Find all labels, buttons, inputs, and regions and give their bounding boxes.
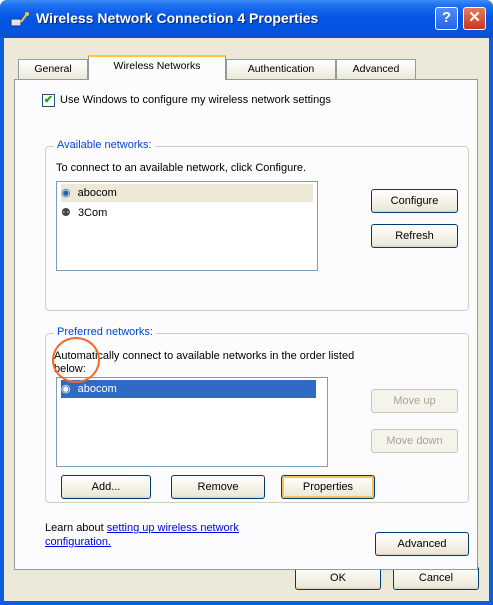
move-down-button[interactable]: Move down [371, 429, 458, 453]
preferred-networks-list[interactable]: ◉ abocom [56, 377, 328, 467]
learn-about-link-line1[interactable]: setting up wireless network [107, 522, 239, 534]
learn-about-prefix: Learn about [45, 522, 104, 534]
tab-advanced[interactable]: Advanced [336, 59, 416, 79]
learn-about-link-line2[interactable]: configuration. [45, 536, 111, 548]
move-up-button[interactable]: Move up [371, 389, 458, 413]
properties-button[interactable]: Properties [281, 475, 375, 499]
learn-about-text: Learn about setting up wireless network [45, 522, 239, 534]
list-item[interactable]: ⚉ 3Com [61, 204, 313, 222]
title-bar[interactable]: Wireless Network Connection 4 Properties… [0, 0, 493, 38]
available-networks-title: Available networks: [54, 139, 155, 151]
tab-general[interactable]: General [18, 59, 88, 79]
list-item[interactable]: ◉ abocom [61, 184, 313, 202]
use-windows-label: Use Windows to configure my wireless net… [60, 94, 331, 106]
list-item[interactable]: ◉ abocom [61, 380, 316, 398]
tab-wireless-networks[interactable]: Wireless Networks [88, 55, 226, 80]
dialog-client-area: General Wireless Networks Authentication… [4, 38, 489, 601]
wireless-network-icon: ◉ [61, 187, 71, 199]
use-windows-checkbox[interactable]: ✔ [42, 94, 55, 107]
wireless-networks-panel: ✔ Use Windows to configure my wireless n… [14, 79, 478, 570]
wireless-network-icon: ◉ [61, 383, 71, 395]
configure-button[interactable]: Configure [371, 189, 458, 213]
tab-authentication[interactable]: Authentication [226, 59, 336, 79]
network-name: abocom [77, 187, 117, 199]
window-title: Wireless Network Connection 4 Properties [36, 10, 319, 26]
close-button[interactable]: ✕ [463, 7, 486, 30]
refresh-button[interactable]: Refresh [371, 224, 458, 248]
remove-button[interactable]: Remove [171, 475, 265, 499]
network-name: abocom [77, 383, 117, 395]
advanced-button[interactable]: Advanced [375, 532, 469, 556]
network-connection-icon [10, 12, 29, 27]
wireless-antenna-icon: ⚉ [61, 207, 71, 219]
available-networks-group: Available networks: To connect to an ava… [45, 139, 469, 311]
add-button[interactable]: Add... [61, 475, 151, 499]
preferred-networks-title: Preferred networks: [54, 326, 156, 338]
available-networks-list[interactable]: ◉ abocom ⚉ 3Com [56, 181, 318, 271]
highlight-circle [52, 337, 100, 383]
network-name: 3Com [77, 207, 108, 219]
help-button[interactable]: ? [435, 7, 458, 30]
properties-window: Wireless Network Connection 4 Properties… [0, 0, 493, 605]
available-networks-description: To connect to an available network, clic… [56, 162, 307, 174]
preferred-networks-group: Preferred networks: Automatically connec… [45, 326, 469, 503]
